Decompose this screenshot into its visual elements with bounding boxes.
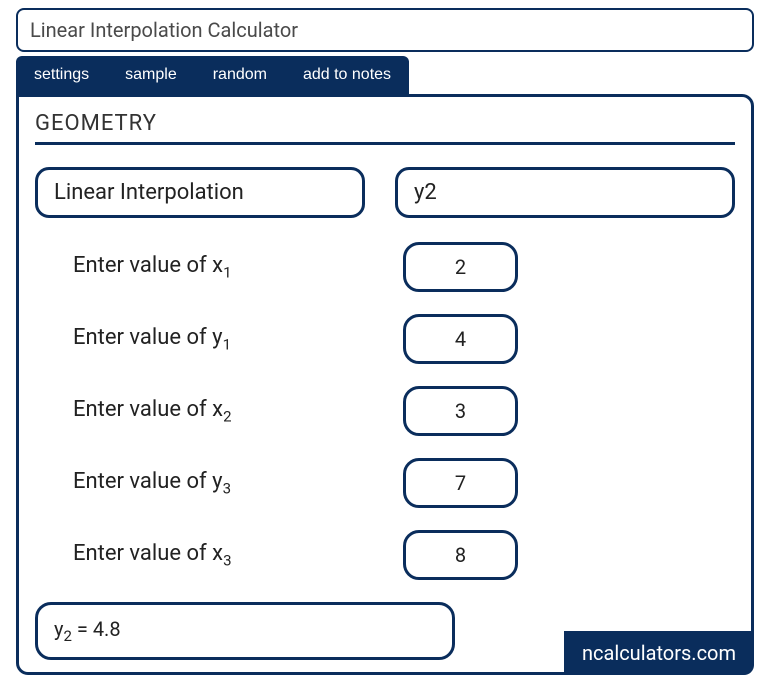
section-title: GEOMETRY — [35, 111, 735, 145]
page-title: Linear Interpolation Calculator — [16, 8, 754, 52]
input-row-y1: Enter value of y1 4 — [35, 314, 735, 364]
input-x3[interactable]: 8 — [403, 530, 518, 580]
brand-label: ncalculators.com — [564, 631, 754, 675]
input-row-x2: Enter value of x2 3 — [35, 386, 735, 436]
input-row-x3: Enter value of x3 8 — [35, 530, 735, 580]
label-y1: Enter value of y1 — [73, 325, 403, 353]
tab-add-to-notes[interactable]: add to notes — [285, 56, 409, 94]
tab-settings[interactable]: settings — [16, 56, 107, 94]
tab-bar: settings sample random add to notes — [16, 56, 754, 94]
label-x1: Enter value of x1 — [73, 253, 403, 281]
input-y1[interactable]: 4 — [403, 314, 518, 364]
result-output: y2 = 4.8 — [35, 602, 455, 660]
input-x1[interactable]: 2 — [403, 242, 518, 292]
calculator-panel: GEOMETRY Linear Interpolation y2 Enter v… — [16, 94, 754, 675]
label-y3: Enter value of y3 — [73, 469, 403, 497]
input-y3[interactable]: 7 — [403, 458, 518, 508]
label-x3: Enter value of x3 — [73, 541, 403, 569]
tab-sample[interactable]: sample — [107, 56, 195, 94]
method-select[interactable]: Linear Interpolation — [35, 167, 365, 218]
input-row-x1: Enter value of x1 2 — [35, 242, 735, 292]
input-row-y3: Enter value of y3 7 — [35, 458, 735, 508]
input-x2[interactable]: 3 — [403, 386, 518, 436]
label-x2: Enter value of x2 — [73, 397, 403, 425]
target-select[interactable]: y2 — [395, 167, 735, 218]
header-row: Linear Interpolation y2 — [35, 167, 735, 218]
tab-random[interactable]: random — [195, 56, 285, 94]
